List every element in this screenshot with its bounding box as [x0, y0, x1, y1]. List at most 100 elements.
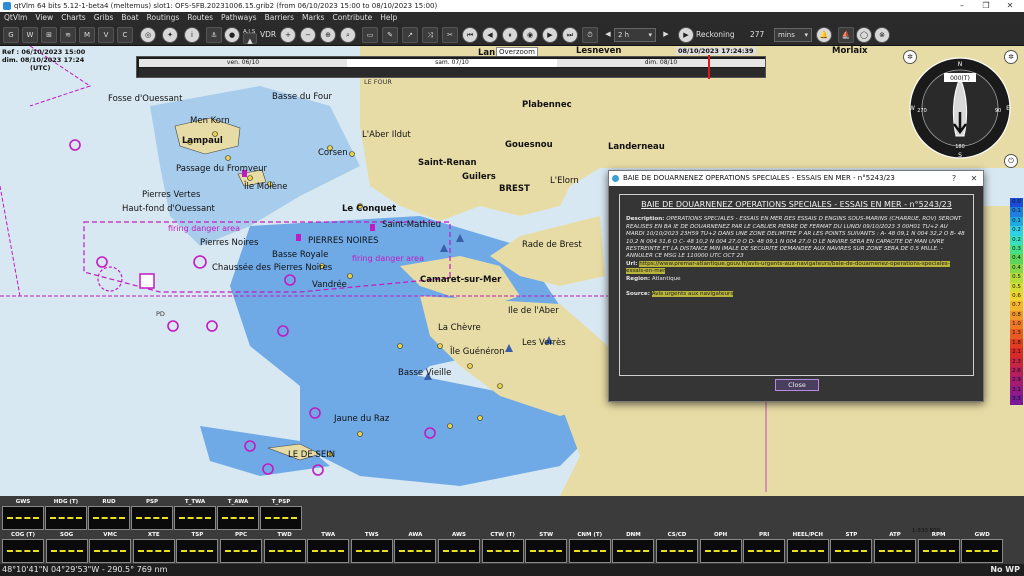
instrument-gauge[interactable]: HDG (T): [45, 499, 87, 530]
instrument-gauge[interactable]: OPH: [699, 532, 742, 563]
compass-icon[interactable]: ✦: [162, 27, 178, 43]
instrument-gauge[interactable]: T_PSP: [260, 499, 302, 530]
instrument-gauge[interactable]: GWD: [961, 532, 1004, 563]
pause-icon[interactable]: ⏸: [502, 27, 518, 43]
route-icon[interactable]: ↗: [402, 27, 418, 43]
instrument-gauge[interactable]: HEEL/PCH: [786, 532, 829, 563]
instrument-gauge[interactable]: TWD: [263, 532, 306, 563]
map-label: La Chèvre: [438, 323, 481, 333]
instrument-gauge[interactable]: SOG: [45, 532, 88, 563]
zoom-out-icon[interactable]: −: [300, 27, 316, 43]
instrument-gauge[interactable]: STW: [525, 532, 568, 563]
grib-file-icon[interactable]: ⊞: [41, 27, 57, 43]
instrument-value: [94, 550, 127, 553]
menu-help[interactable]: Help: [376, 12, 401, 24]
instrument-gauge[interactable]: PRI: [743, 532, 786, 563]
compass-left-icon[interactable]: ✲: [903, 50, 917, 64]
menu-marks[interactable]: Marks: [298, 12, 328, 24]
time-step-select[interactable]: 2 h ▾: [614, 28, 656, 42]
menu-gribs[interactable]: Gribs: [90, 12, 118, 24]
alarm-icon[interactable]: 🔔: [816, 27, 832, 43]
instrument-gauge[interactable]: TWS: [350, 532, 393, 563]
instrument-gauge[interactable]: COG (T): [2, 532, 44, 563]
menu-view[interactable]: View: [31, 12, 57, 24]
anchor-icon[interactable]: ⚓: [206, 27, 222, 43]
close-button[interactable]: Close: [775, 379, 819, 391]
info-icon[interactable]: i: [184, 27, 200, 43]
zoom-select-icon[interactable]: ⌕: [340, 27, 356, 43]
now-icon[interactable]: ◉: [522, 27, 538, 43]
instrument-value: [748, 550, 781, 553]
step-next-icon[interactable]: ▶: [658, 27, 674, 43]
grib-icon[interactable]: G: [3, 27, 19, 43]
instrument-gauge[interactable]: PSP: [131, 499, 173, 530]
lighthouse-mark: [296, 234, 301, 241]
instrument-gauge[interactable]: AWA: [394, 532, 437, 563]
map-label: Jaune du Raz: [334, 414, 390, 424]
barrier-icon[interactable]: ✂: [442, 27, 458, 43]
menu-qtvlm[interactable]: QtVlm: [0, 12, 31, 24]
reckoning-value[interactable]: 277: [750, 28, 764, 42]
menu-routings[interactable]: Routings: [143, 12, 184, 24]
instrument-gauge[interactable]: TWA: [307, 532, 350, 563]
step-fwd-icon[interactable]: ▶: [542, 27, 558, 43]
ais-icon[interactable]: ▲: [243, 33, 257, 45]
sailboat-icon[interactable]: ⛵: [838, 27, 854, 43]
instrument-gauge[interactable]: TSP: [176, 532, 219, 563]
power-icon[interactable]: ⏻: [1004, 154, 1018, 168]
maximize-button[interactable]: ❐: [974, 0, 998, 12]
instrument-gauge[interactable]: ATP: [874, 532, 916, 563]
grib-current-icon[interactable]: ≋: [60, 27, 76, 43]
instrument-gauge[interactable]: GWS: [2, 499, 44, 530]
zoom-in-icon[interactable]: +: [280, 27, 296, 43]
dialog-url-link[interactable]: https://www.premar-atlantique.gouv.fr/av…: [626, 260, 950, 275]
pencil-icon[interactable]: ✎: [382, 27, 398, 43]
instrument-gauge[interactable]: STP: [830, 532, 873, 563]
minimize-button[interactable]: –: [950, 0, 974, 12]
instrument-gauge[interactable]: CTW (T): [481, 532, 524, 563]
record-icon[interactable]: ●: [224, 27, 240, 43]
menu-barriers[interactable]: Barriers: [261, 12, 298, 24]
compass-widget[interactable]: N E W S 90 270 180 000(T): [908, 56, 1012, 160]
menu-contribute[interactable]: Contribute: [328, 12, 376, 24]
instrument-gauge[interactable]: VMC: [89, 532, 132, 563]
time-cursor[interactable]: [707, 55, 710, 79]
instrument-gauge[interactable]: CS/CD: [656, 532, 698, 563]
play-back-icon[interactable]: ⏮: [462, 27, 478, 43]
clock-icon[interactable]: ⏱: [582, 27, 598, 43]
compass-right-icon[interactable]: ✲: [1004, 50, 1018, 64]
reckoning-unit-select[interactable]: mins ▾: [774, 28, 812, 42]
instrument-gauge[interactable]: PPC: [220, 532, 262, 563]
dialog-close-icon[interactable]: ✕: [965, 171, 983, 186]
instrument-gauge[interactable]: XTE: [132, 532, 175, 563]
fast-fwd-icon[interactable]: ⏭: [562, 27, 578, 43]
ring-icon[interactable]: ◯: [856, 27, 872, 43]
step-back-icon[interactable]: ◀: [482, 27, 498, 43]
instrument-gauge[interactable]: AWS: [438, 532, 480, 563]
menu-pathways[interactable]: Pathways: [217, 12, 261, 24]
instrument-gauge[interactable]: CNM (T): [568, 532, 611, 563]
reckoning-play-icon[interactable]: ▶: [678, 27, 694, 43]
dialog-source-link[interactable]: Avis urgents aux navigateurs: [651, 291, 734, 298]
zoom-fit-icon[interactable]: ⊕: [320, 27, 336, 43]
grib-wind-icon[interactable]: W: [22, 27, 38, 43]
lifebuoy-icon[interactable]: ⊗: [874, 27, 890, 43]
instrument-gauge[interactable]: RUD: [88, 499, 130, 530]
grib-map-icon[interactable]: M: [79, 27, 95, 43]
menu-charts[interactable]: Charts: [57, 12, 90, 24]
dialog-help-button[interactable]: ?: [945, 171, 963, 186]
select-area-icon[interactable]: ▭: [362, 27, 378, 43]
menu-routes[interactable]: Routes: [183, 12, 217, 24]
close-window-button[interactable]: ✕: [998, 0, 1022, 12]
cursor-icon[interactable]: C: [117, 27, 133, 43]
instrument-gauge[interactable]: T_AWA: [217, 499, 259, 530]
vector-icon[interactable]: V: [98, 27, 114, 43]
boat-center-icon[interactable]: ◎: [140, 27, 156, 43]
instrument-gauge[interactable]: DNM: [612, 532, 655, 563]
routing-icon[interactable]: ⤨: [422, 27, 438, 43]
instrument-gauge[interactable]: RPM: [917, 532, 960, 563]
menu-boat[interactable]: Boat: [117, 12, 142, 24]
instrument-gauge[interactable]: T_TWA: [174, 499, 216, 530]
vdr-label[interactable]: VDR: [260, 28, 276, 42]
time-slider[interactable]: ven. 06/10 sam. 07/10 dim. 08/10: [136, 56, 766, 78]
